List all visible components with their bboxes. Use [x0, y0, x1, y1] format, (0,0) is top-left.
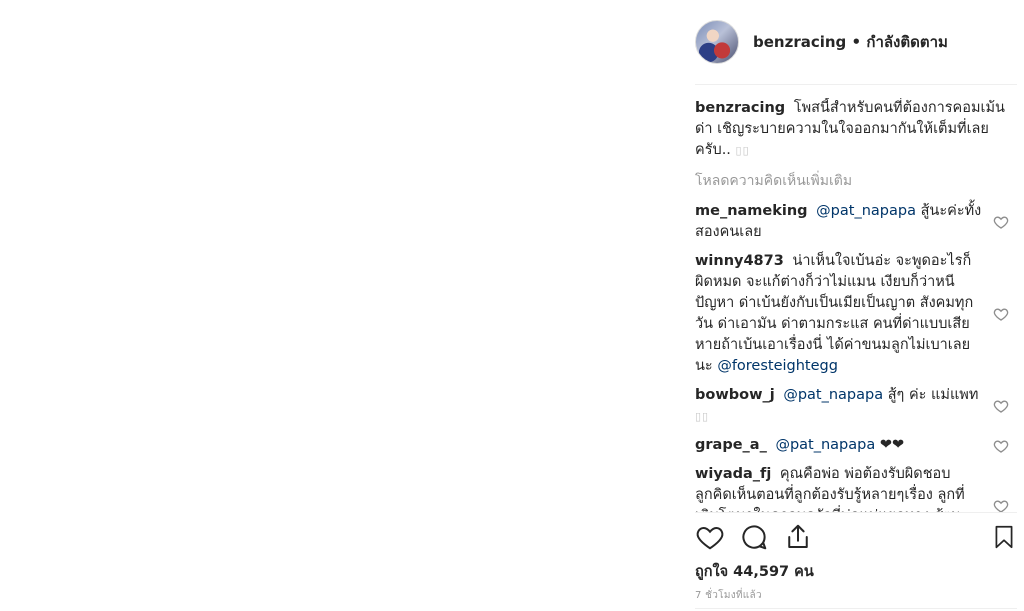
- post-sidebar: benzracing • กำลังติดตาม benzracing โพสน…: [683, 0, 1024, 611]
- action-bar: [695, 522, 1017, 554]
- divider: [695, 512, 1017, 513]
- share-icon[interactable]: [783, 522, 813, 552]
- heart-icon[interactable]: [993, 306, 1009, 322]
- follow-status-button[interactable]: กำลังติดตาม: [866, 33, 948, 51]
- comment-text: สู้ๆ ค่ะ แม่แพท: [887, 387, 979, 403]
- comment-text: ❤❤: [879, 437, 905, 453]
- post-timestamp: 7 ชั่วโมงที่แล้ว: [695, 590, 762, 601]
- header-separator: •: [851, 33, 862, 51]
- comment-item: grape_a_ @pat_napapa ❤❤: [695, 435, 1017, 456]
- comment-item: wiyada_fj คุณคือพ่อ พ่อต้องรับผิดชอบลูกค…: [695, 464, 1017, 512]
- likes-count[interactable]: ถูกใจ 44,597 คน: [695, 560, 814, 583]
- post-caption: benzracing โพสนี้สำหรับคนที่ต้องการคอมเม…: [695, 98, 1017, 161]
- comment-mention[interactable]: @pat_napapa: [783, 387, 883, 403]
- divider: [695, 608, 1017, 609]
- comments-list[interactable]: benzracing โพสนี้สำหรับคนที่ต้องการคอมเม…: [695, 98, 1017, 512]
- load-more-comments-button[interactable]: โหลดความคิดเห็นเพิ่มเติม: [695, 171, 1017, 191]
- bookmark-icon[interactable]: [991, 522, 1017, 552]
- comment-text: น่าเห็นใจเบ้นอ่ะ จะพูดอะไรก็ผิดหมด จะแก้…: [695, 253, 974, 374]
- heart-icon[interactable]: [993, 498, 1009, 512]
- comment-item: bowbow_j @pat_napapa สู้ๆ ค่ะ แม่แพท ▯▯: [695, 385, 1017, 427]
- emoji-placeholder: ▯▯: [695, 410, 710, 423]
- comment-username[interactable]: bowbow_j: [695, 387, 775, 403]
- emoji-placeholder: ▯▯: [735, 144, 750, 157]
- comment-item: me_nameking @pat_napapa สู้นะค่ะทั้งสองค…: [695, 201, 1017, 243]
- header-text: benzracing • กำลังติดตาม: [753, 30, 948, 54]
- heart-icon[interactable]: [695, 522, 725, 552]
- comment-mention[interactable]: @foresteightegg: [717, 358, 838, 374]
- post-header: benzracing • กำลังติดตาม: [695, 18, 1005, 66]
- avatar[interactable]: [695, 20, 739, 64]
- comment-username[interactable]: wiyada_fj: [695, 466, 771, 482]
- comment-mention[interactable]: @pat_napapa: [816, 203, 916, 219]
- comment-username[interactable]: winny4873: [695, 253, 784, 269]
- header-username[interactable]: benzracing: [753, 33, 846, 51]
- heart-icon[interactable]: [993, 398, 1009, 414]
- heart-icon[interactable]: [993, 438, 1009, 454]
- comment-item: winny4873 น่าเห็นใจเบ้นอ่ะ จะพูดอะไรก็ผิ…: [695, 251, 1017, 377]
- divider: [695, 84, 1017, 85]
- comment-mention[interactable]: @pat_napapa: [775, 437, 875, 453]
- post-image-area: [0, 0, 683, 611]
- comment-username[interactable]: grape_a_: [695, 437, 767, 453]
- comment-icon[interactable]: [739, 522, 769, 552]
- caption-username[interactable]: benzracing: [695, 100, 785, 116]
- comment-username[interactable]: me_nameking: [695, 203, 808, 219]
- heart-icon[interactable]: [993, 214, 1009, 230]
